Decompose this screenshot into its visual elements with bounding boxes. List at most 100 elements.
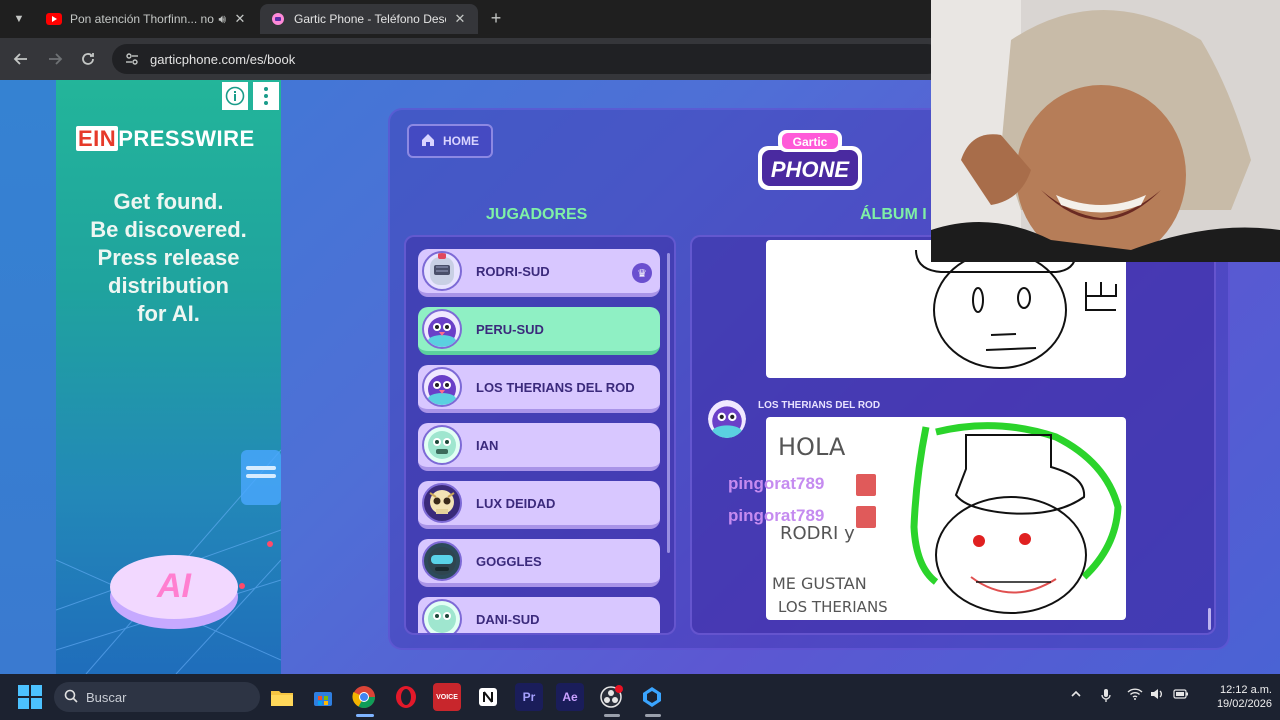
ad-headline-line: Press release: [97, 245, 240, 270]
webcam-overlay: [931, 0, 1280, 262]
gartic-phone-logo: Gartic PHONE: [758, 130, 862, 190]
player-name: GOGGLES: [476, 553, 542, 569]
clock-time: 12:12 a.m.: [1220, 684, 1272, 696]
player-card[interactable]: PERU-SUD: [418, 307, 660, 355]
ad-brand-suffix: PRESSWIRE: [118, 126, 255, 151]
player-name: RODRI-SUD: [476, 263, 550, 279]
home-button[interactable]: HOME: [407, 124, 493, 158]
tab-title: Gartic Phone - Teléfono Descon: [294, 12, 446, 26]
avatar: [422, 541, 462, 581]
close-icon[interactable]: ✕: [452, 11, 468, 27]
taskbar-search[interactable]: Buscar: [54, 682, 260, 712]
system-clock[interactable]: 12:12 a.m. 19/02/2026: [1196, 683, 1272, 711]
avatar: [422, 425, 462, 465]
back-button[interactable]: [10, 48, 32, 70]
overlay-chat-message: pingorat789: [728, 506, 825, 525]
premiere-label: Pr: [522, 690, 536, 704]
file-explorer-icon[interactable]: [268, 683, 296, 711]
player-card[interactable]: LUX DEIDAD: [418, 481, 660, 529]
ad-headline-line: Be discovered.: [90, 217, 247, 242]
left-gutter: [0, 80, 56, 674]
tab-youtube[interactable]: Pon atención Thorfinn... no 🔊︎ ✕: [36, 4, 258, 34]
ad-info-icon[interactable]: [222, 82, 248, 110]
drawing-text: HOLA: [778, 433, 846, 461]
ad-brand-prefix: EIN: [76, 126, 119, 151]
players-scrollbar[interactable]: [667, 253, 670, 553]
tab-gartic[interactable]: Gartic Phone - Teléfono Descon ✕: [260, 4, 478, 34]
active-app-indicator: [356, 714, 374, 717]
windows-start-icon[interactable]: [18, 685, 42, 709]
home-label: HOME: [443, 134, 479, 148]
avatar: [422, 309, 462, 349]
ad-brand-logo: EINPRESSWIRE: [76, 126, 255, 152]
drawing-text: ME GUSTAN: [772, 574, 867, 593]
wifi-icon[interactable]: [1127, 688, 1143, 703]
chrome-icon[interactable]: [350, 683, 378, 711]
player-name: LOS THERIANS DEL ROD: [476, 379, 635, 395]
crown-icon: ♛: [632, 263, 652, 283]
voicemeeter-icon[interactable]: VOICE: [433, 683, 461, 711]
chevron-up-icon[interactable]: [1070, 688, 1082, 703]
volume-icon[interactable]: [1150, 688, 1164, 703]
reload-button[interactable]: [77, 48, 99, 70]
voicemeeter-label: VOICE: [436, 693, 458, 701]
address-bar[interactable]: garticphone.com/es/book: [112, 44, 942, 74]
store-icon[interactable]: [309, 683, 337, 711]
search-placeholder: Buscar: [86, 689, 127, 705]
close-icon[interactable]: ✕: [232, 11, 248, 27]
advertisement[interactable]: EINPRESSWIRE Get found. Be discovered. P…: [56, 80, 281, 674]
player-name: PERU-SUD: [476, 321, 544, 337]
app-icon[interactable]: [638, 683, 666, 711]
album-scrollbar[interactable]: [1208, 608, 1211, 630]
running-app-indicator: [604, 714, 620, 717]
player-card[interactable]: DANI-SUD: [418, 597, 660, 633]
ghost-avatar-icon: [428, 605, 456, 633]
player-name: DANI-SUD: [476, 611, 540, 627]
skull-avatar-icon: [429, 490, 455, 514]
overlay-badge-icon: [856, 506, 876, 528]
new-tab-button[interactable]: +: [486, 9, 506, 29]
ad-headline: Get found. Be discovered. Press release …: [56, 188, 281, 328]
overlay-badge-icon: [856, 474, 876, 496]
goggles-avatar-icon: [428, 547, 456, 575]
speaker-icon[interactable]: 🔊︎: [218, 12, 226, 27]
gartic-icon: [270, 11, 286, 27]
tab-title: Pon atención Thorfinn... no: [70, 12, 214, 26]
battery-icon[interactable]: [1173, 688, 1189, 703]
bird-avatar-icon: [428, 375, 456, 405]
bird-avatar-icon: [428, 317, 456, 347]
after-effects-icon[interactable]: Ae: [556, 683, 584, 711]
notion-icon[interactable]: [474, 683, 502, 711]
logo-top-text: Gartic: [793, 135, 828, 149]
album-heading: ÁLBUM I: [860, 206, 927, 223]
logo-bottom-text: PHONE: [771, 157, 851, 182]
players-panel: RODRI-SUD ♛ PERU-SUD LOS THERIANS DEL RO…: [404, 235, 676, 635]
avatar: [422, 367, 462, 407]
album-author-avatar: [708, 400, 746, 438]
microphone-icon[interactable]: [1100, 688, 1112, 705]
player-card[interactable]: IAN: [418, 423, 660, 471]
avatar: [422, 599, 462, 633]
ad-menu-icon[interactable]: [253, 82, 279, 110]
avatar: [422, 483, 462, 523]
youtube-icon: [46, 11, 62, 27]
overlay-chat-message: pingorat789: [728, 474, 825, 493]
premiere-icon[interactable]: Pr: [515, 683, 543, 711]
players-heading: JUGADORES: [486, 206, 588, 223]
player-name: LUX DEIDAD: [476, 495, 556, 511]
knight-avatar-icon: [430, 253, 454, 285]
ad-headline-line: for AI.: [137, 301, 200, 326]
ad-headline-line: distribution: [108, 273, 229, 298]
player-card[interactable]: RODRI-SUD ♛: [418, 249, 660, 297]
opera-icon[interactable]: [392, 683, 420, 711]
player-card[interactable]: LOS THERIANS DEL ROD: [418, 365, 660, 413]
obs-icon[interactable]: [597, 683, 625, 711]
site-settings-icon[interactable]: [118, 52, 146, 66]
forward-button[interactable]: [44, 48, 66, 70]
search-icon: [64, 689, 78, 706]
player-card[interactable]: GOGGLES: [418, 539, 660, 587]
tab-search-button[interactable]: ▼: [8, 8, 30, 30]
drawing-text: LOS THERIANS: [778, 598, 888, 616]
webcam-image: [931, 0, 1280, 262]
drawing-text: RODRI y: [780, 523, 855, 544]
